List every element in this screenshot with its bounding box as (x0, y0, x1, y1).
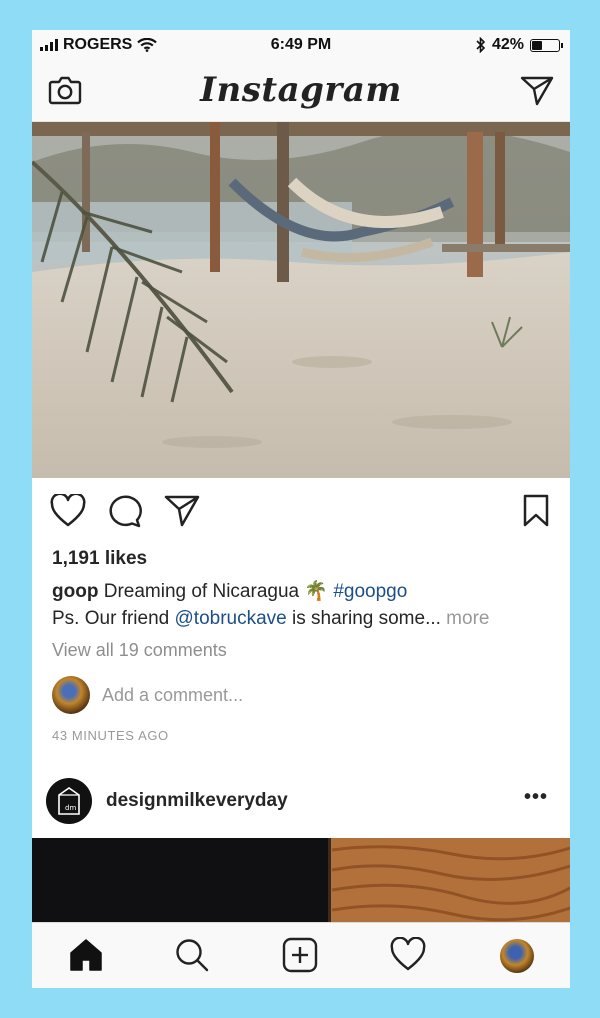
profile-avatar[interactable] (500, 939, 534, 973)
share-icon[interactable] (164, 494, 200, 528)
battery-percent: 42% (491, 36, 524, 53)
post-timestamp: 43 MINUTES AGO (52, 728, 169, 743)
heart-icon[interactable] (50, 494, 86, 528)
bluetooth-icon (476, 37, 486, 53)
comment-icon[interactable] (108, 494, 144, 528)
likes-count[interactable]: 1,191 likes (52, 548, 147, 570)
bottom-tab-bar (32, 922, 570, 988)
caption-text: Dreaming of Nicaragua (98, 581, 305, 602)
user-avatar (52, 676, 90, 714)
phone-screen: ROGERS 6:49 PM 42% Instagram 1,191 likes… (32, 30, 570, 988)
designmilk-avatar[interactable]: dm (46, 778, 92, 824)
caption-line2-suffix: is sharing some... (286, 608, 441, 629)
caption-username[interactable]: goop (52, 581, 98, 602)
activity-heart-icon[interactable] (390, 937, 426, 973)
add-comment-row[interactable]: Add a comment... (52, 676, 243, 714)
post-image[interactable] (32, 122, 570, 478)
status-bar: ROGERS 6:49 PM 42% (32, 30, 570, 60)
bookmark-icon[interactable] (522, 494, 550, 528)
caption-mention[interactable]: @tobruckave (175, 608, 287, 629)
view-all-comments-link[interactable]: View all 19 comments (52, 640, 227, 661)
caption-hashtag[interactable]: #goopgo (333, 581, 407, 602)
post-caption: goop Dreaming of Nicaragua 🌴 #goopgo Ps.… (52, 578, 562, 632)
direct-message-icon[interactable] (520, 74, 554, 106)
post2-more-options-icon[interactable]: ••• (524, 786, 548, 809)
designmilk-logo: dm (58, 787, 80, 815)
battery-level-fill (532, 40, 542, 50)
more-link[interactable]: more (441, 608, 489, 629)
palm-tree-emoji: 🌴 (304, 581, 329, 602)
instagram-logo: Instagram (200, 70, 402, 110)
svg-text:dm: dm (65, 804, 76, 812)
app-header: Instagram (32, 60, 570, 122)
post-actions (32, 478, 570, 542)
search-icon[interactable] (174, 937, 210, 973)
add-post-icon[interactable] (282, 937, 318, 973)
battery-icon (530, 38, 563, 52)
home-icon[interactable] (68, 937, 104, 973)
post2-header: dm designmilkeveryday ••• (32, 770, 570, 830)
add-comment-input[interactable]: Add a comment... (102, 685, 243, 706)
post2-image[interactable] (32, 838, 570, 922)
caption-line2-prefix: Ps. Our friend (52, 608, 175, 629)
post2-username[interactable]: designmilkeveryday (106, 790, 288, 812)
